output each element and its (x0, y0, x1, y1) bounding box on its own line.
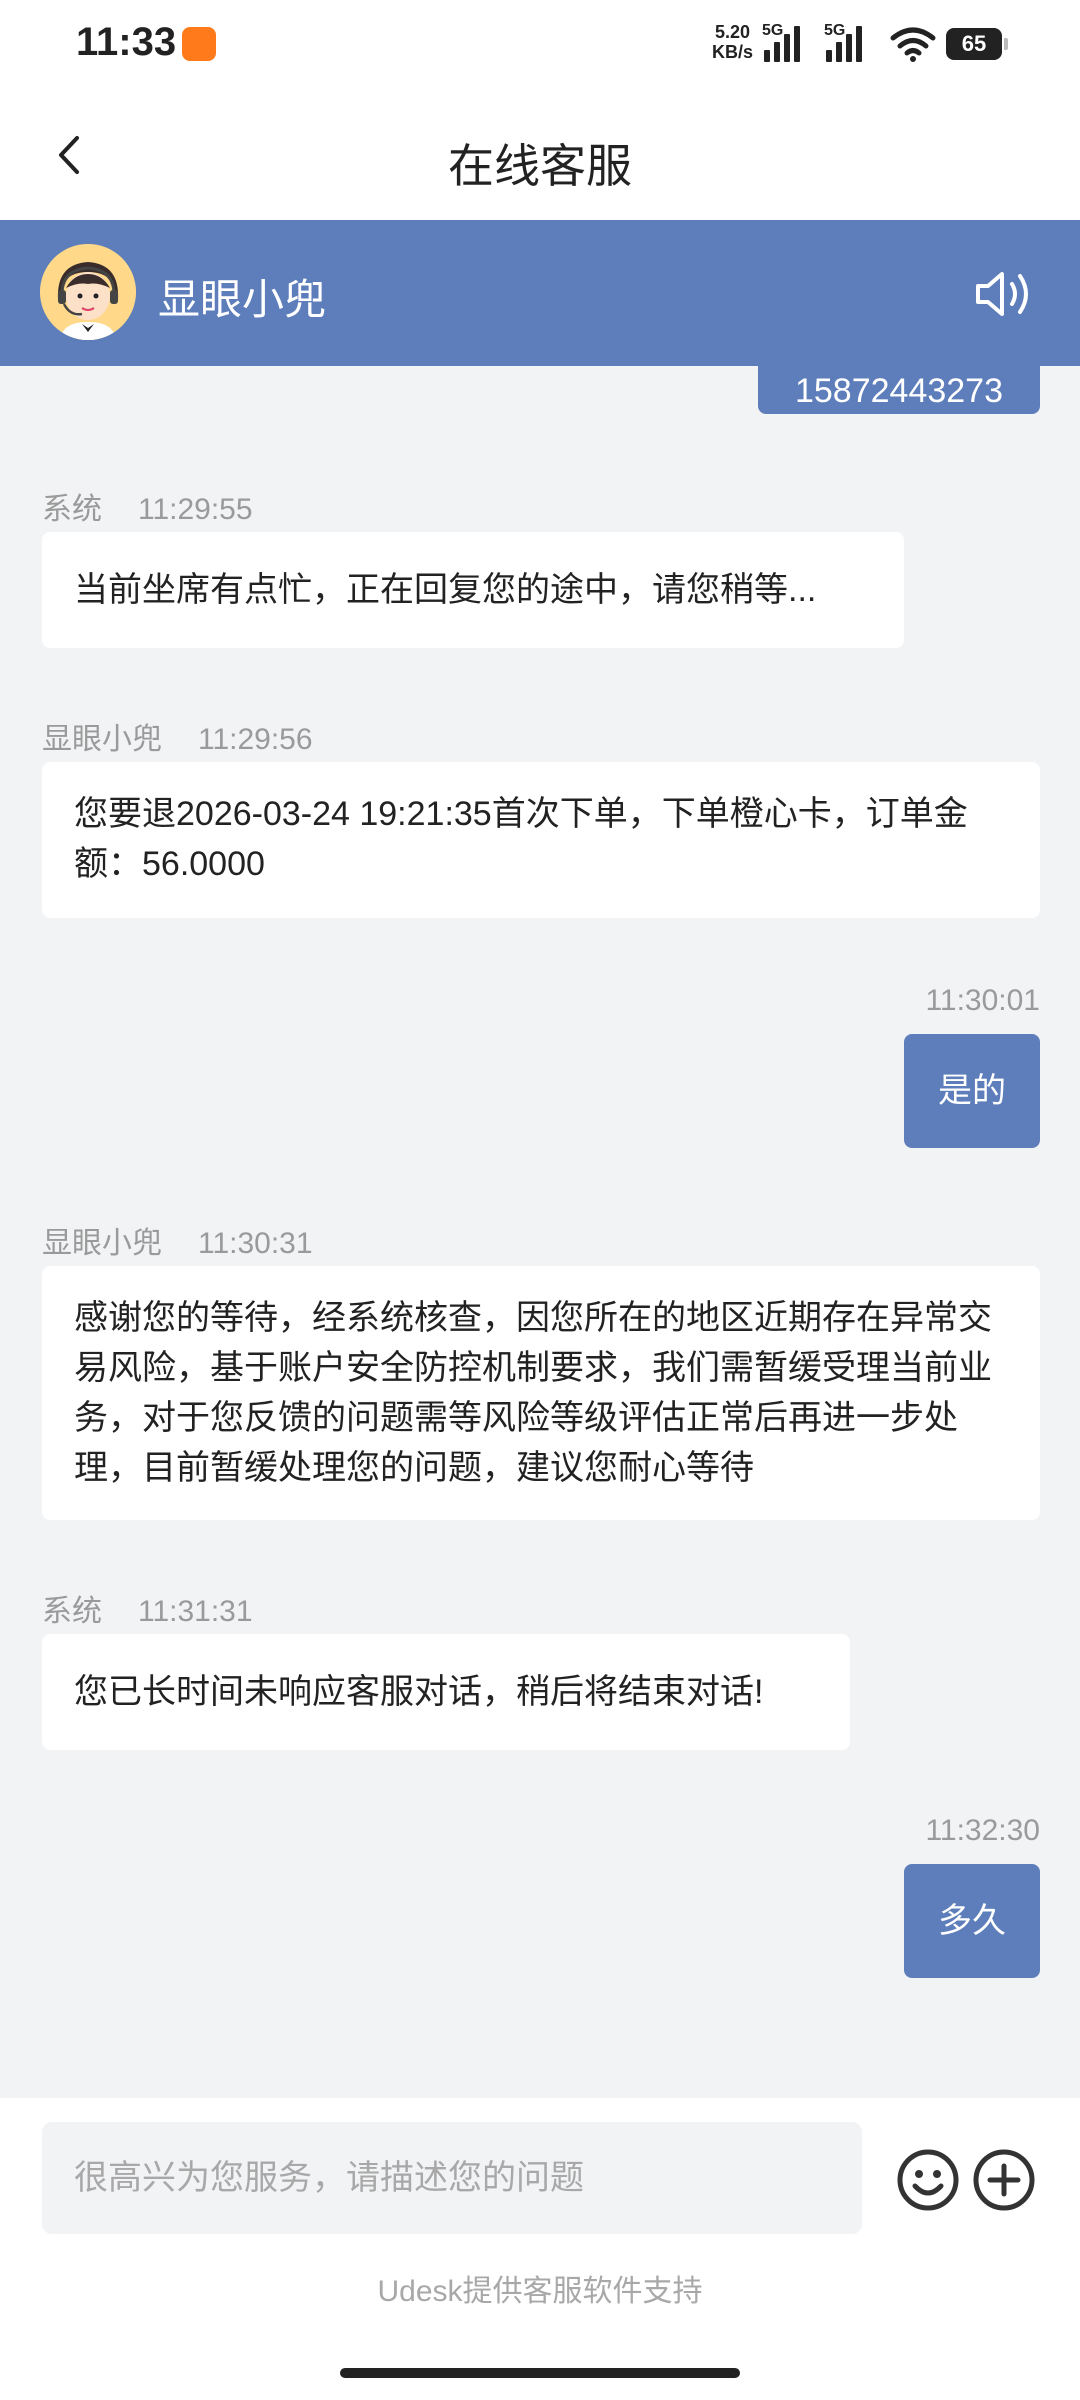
sim1-network-tag: 5G (762, 22, 784, 39)
message-text: 15872443273 (794, 372, 1003, 410)
network-speed: 5.20 KB/s (712, 22, 753, 62)
home-indicator[interactable] (340, 2368, 740, 2378)
agent-message-bubble: 您已长时间未响应客服对话，稍后将结束对话! (42, 1634, 850, 1750)
message-text: 当前坐席有点忙，正在回复您的途中，请您稍等... (74, 571, 817, 609)
page-title: 在线客服 (448, 140, 632, 192)
message-text: 感谢您的等待，经系统核查，因您所在的地区近期存在异常交易风险，基于账户安全防控机… (74, 1299, 992, 1487)
powered-by-text: Udesk提供客服软件支持 (377, 2275, 703, 2308)
sender-name: 系统 (42, 1595, 102, 1628)
sim2-network-tag: 5G (824, 22, 846, 39)
message-time: 11:31:31 (138, 1595, 253, 1628)
status-bar: 11:33 5.20 KB/s 5G 5G 65 (0, 0, 1080, 90)
message-text: 是的 (938, 1072, 1006, 1110)
agent-bar: 显眼小兜 (0, 220, 1080, 366)
message-text: 您已长时间未响应客服对话，稍后将结束对话! (74, 1673, 764, 1711)
more-options-button[interactable] (972, 2148, 1036, 2212)
message-time: 11:29:56 (198, 723, 313, 756)
message-meta: 显眼小兜 11:30:31 (42, 1218, 313, 1262)
signal-sim1-icon: 5G (762, 22, 800, 62)
message-meta: 系统 11:29:55 (42, 484, 253, 528)
user-message-bubble: 是的 (904, 1034, 1040, 1148)
wifi-icon (890, 27, 936, 62)
sender-name: 显眼小兜 (42, 723, 162, 756)
message-meta: 显眼小兜 11:29:56 (42, 714, 313, 758)
message-time: 11:32:30 (925, 1814, 1040, 1847)
status-time: 11:33 (76, 20, 177, 64)
network-speed-unit: KB/s (712, 42, 754, 62)
emoji-button[interactable] (896, 2148, 960, 2212)
message-text: 您要退2026-03-24 19:21:35首次下单，下单橙心卡，订单金额：56… (74, 795, 968, 883)
message-input[interactable] (42, 2122, 862, 2234)
message-text: 多久 (938, 1902, 1006, 1940)
speaker-icon (976, 272, 1028, 316)
signal-sim2-icon: 5G (824, 22, 862, 62)
agent-headset-avatar (40, 244, 136, 340)
agent-message-bubble: 您要退2026-03-24 19:21:35首次下单，下单橙心卡，订单金额：56… (42, 762, 1040, 918)
input-bar: Udesk提供客服软件支持 (0, 2098, 1080, 2400)
battery-level: 65 (961, 31, 987, 56)
agent-message-bubble: 当前坐席有点忙，正在回复您的途中，请您稍等... (42, 532, 904, 648)
network-speed-value: 5.20 (714, 22, 751, 42)
agent-name: 显眼小兜 (158, 276, 327, 323)
plus-icon (973, 2149, 1035, 2211)
user-message-bubble: 15872443273 (758, 366, 1040, 414)
message-time: 11:30:31 (198, 1227, 313, 1260)
sender-name: 系统 (42, 493, 102, 526)
message-time: 11:30:01 (925, 984, 1040, 1017)
battery-icon: 65 (946, 28, 1008, 60)
message-meta: 系统 11:31:31 (42, 1586, 253, 1630)
emoji-icon (897, 2149, 959, 2211)
agent-message-bubble: 感谢您的等待，经系统核查，因您所在的地区近期存在异常交易风险，基于账户安全防控机… (42, 1266, 1040, 1520)
message-time: 11:29:55 (138, 493, 253, 526)
speaker-button[interactable] (972, 266, 1038, 322)
sender-name: 显眼小兜 (42, 1227, 162, 1260)
chat-area[interactable]: 15872443273 系统 11:29:55 当前坐席有点忙，正在回复您的途中，… (0, 366, 1080, 2098)
title-bar: 在线客服 (0, 90, 1080, 220)
orange-app-notification-icon (182, 27, 216, 61)
user-message-bubble: 多久 (904, 1864, 1040, 1978)
